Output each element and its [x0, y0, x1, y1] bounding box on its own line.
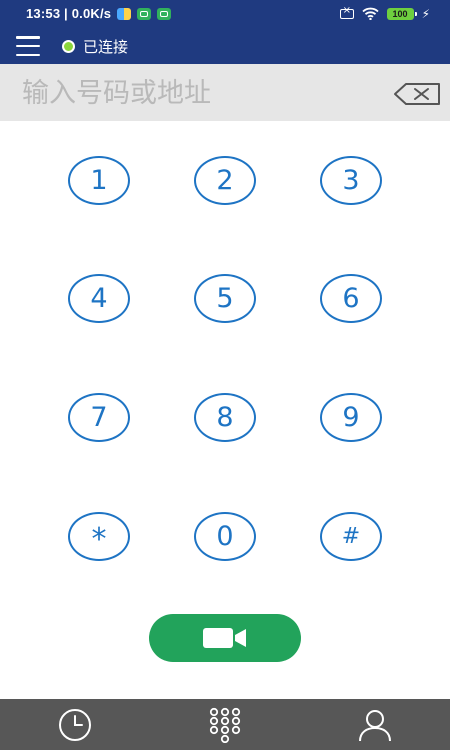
key-8[interactable]: 8	[194, 393, 256, 442]
app-header: 已连接	[0, 28, 450, 64]
notification-message-icon	[157, 7, 172, 20]
clock-icon	[59, 709, 91, 741]
key-2[interactable]: 2	[194, 156, 256, 205]
wifi-icon	[361, 7, 379, 20]
key-6[interactable]: 6	[320, 274, 382, 323]
notification-message-icon	[137, 7, 152, 20]
key-5[interactable]: 5	[194, 274, 256, 323]
notification-app-icon	[117, 7, 132, 20]
connected-dot-icon	[62, 40, 75, 53]
key-0[interactable]: 0	[194, 512, 256, 561]
key-9[interactable]: 9	[320, 393, 382, 442]
nav-history[interactable]	[55, 707, 95, 743]
video-camera-icon	[203, 628, 246, 648]
key-7[interactable]: 7	[68, 393, 130, 442]
status-bar: 13:53 | 0.0K/s 100 ⚡	[0, 0, 450, 28]
video-call-button[interactable]	[149, 614, 301, 662]
key-4[interactable]: 4	[68, 274, 130, 323]
backspace-icon[interactable]	[393, 82, 443, 106]
key-3[interactable]: 3	[320, 156, 382, 205]
connection-status-label: 已连接	[83, 38, 129, 56]
key-hash[interactable]: #	[320, 512, 382, 561]
nav-contacts[interactable]	[355, 707, 395, 743]
dialpad-icon	[209, 707, 241, 743]
battery-indicator: 100	[386, 7, 417, 20]
number-input[interactable]	[22, 74, 352, 112]
bottom-nav	[0, 699, 450, 750]
dial-input-bar	[0, 64, 450, 121]
status-time: 13:53 | 0.0K/s	[26, 6, 112, 21]
contact-icon	[359, 710, 391, 742]
connection-status: 已连接	[62, 36, 128, 57]
key-star[interactable]: *	[68, 512, 130, 561]
key-1[interactable]: 1	[68, 156, 130, 205]
no-sim-icon	[339, 5, 354, 19]
hamburger-icon[interactable]	[16, 36, 40, 56]
nav-dialpad[interactable]	[205, 707, 245, 743]
charging-icon: ⚡	[421, 6, 430, 21]
